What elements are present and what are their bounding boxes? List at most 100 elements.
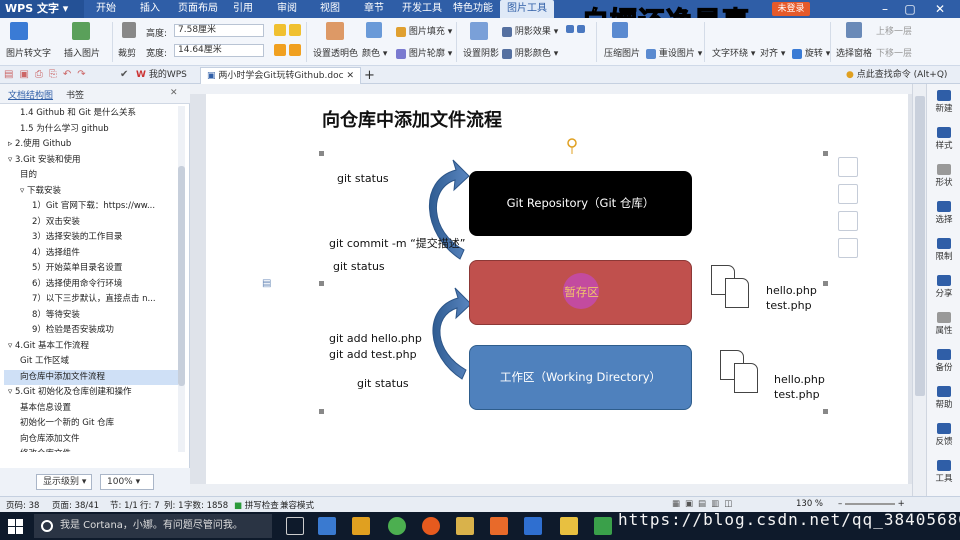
rotate-button[interactable]: 旋转 ▾ <box>792 46 830 59</box>
pic-to-text-button[interactable]: 图片转文字 <box>6 46 51 59</box>
set-shadow-button[interactable]: 设置阴影 <box>463 46 499 59</box>
nav-item[interactable]: 向仓库添加文件 <box>4 432 178 448</box>
tab-developer[interactable]: 开发工具 <box>402 0 442 18</box>
folder-icon[interactable] <box>456 517 474 535</box>
nav-item[interactable]: 2）双击安装 <box>4 215 178 231</box>
tab-view[interactable]: 视图 <box>320 0 340 18</box>
nav-item[interactable]: ▿ 下载安装 <box>4 184 178 200</box>
taskbar-app-icon[interactable] <box>318 517 336 535</box>
right-panel-8[interactable]: 帮助 <box>927 386 960 410</box>
nav-scrollbar[interactable] <box>178 106 185 452</box>
tab-features[interactable]: 特色功能 <box>453 0 493 18</box>
insert-picture-button[interactable]: 插入图片 <box>64 46 100 59</box>
nav-item[interactable]: ▿ 5.Git 初始化及仓库创建和操作 <box>4 385 178 401</box>
tab-picture-tools[interactable]: 图片工具 <box>500 0 554 18</box>
paragraph-mark-icon[interactable]: ▤ <box>262 278 271 289</box>
tab-my-wps[interactable]: W 我的WPS <box>130 67 193 84</box>
nav-item[interactable]: 5）开始菜单目录名设置 <box>4 261 178 277</box>
zoom-slider[interactable]: – + <box>838 499 905 509</box>
tab-references[interactable]: 引用 <box>233 0 253 18</box>
shadow-color-button[interactable]: 阴影颜色 ▾ <box>502 46 558 59</box>
display-level-select[interactable]: 显示级别 ▾ <box>36 474 92 490</box>
nav-item[interactable]: 修改仓库文件 <box>4 447 178 452</box>
layout-options-icon[interactable] <box>838 157 858 177</box>
wps-writer-icon[interactable] <box>524 517 542 535</box>
close-nav-icon[interactable]: ✕ <box>170 88 178 98</box>
nav-item[interactable]: 7）以下三步默认，直接点击 n... <box>4 292 178 308</box>
taskbar-app-icon[interactable] <box>594 517 612 535</box>
maximize-icon[interactable]: ▢ <box>900 2 920 16</box>
nav-item[interactable]: ▿ 4.Git 基本工作流程 <box>4 339 178 355</box>
vertical-scrollbar[interactable] <box>912 84 926 496</box>
tab-home[interactable]: 开始 <box>96 0 116 18</box>
nav-item[interactable]: 1.4 Github 和 Git 是什么关系 <box>4 106 178 122</box>
nav-item[interactable]: 3）选择安装的工作目录 <box>4 230 178 246</box>
picture-fill-button[interactable]: 图片填充 ▾ <box>396 24 452 37</box>
nav-item[interactable]: 4）选择组件 <box>4 246 178 262</box>
transparent-button[interactable]: 设置透明色 <box>313 46 358 59</box>
right-panel-10[interactable]: 工具 <box>927 460 960 484</box>
compress-button[interactable]: 压缩图片 <box>604 46 640 59</box>
task-view-icon[interactable] <box>286 517 304 535</box>
windows-start-icon[interactable] <box>8 519 23 534</box>
right-panel-7[interactable]: 备份 <box>927 349 960 373</box>
minimize-icon[interactable]: – <box>875 2 895 16</box>
firefox-icon[interactable] <box>422 517 440 535</box>
right-panel-4[interactable]: 限制 <box>927 238 960 262</box>
right-panel-6[interactable]: 属性 <box>927 312 960 336</box>
tab-review[interactable]: 审阅 <box>277 0 297 18</box>
picture-outline-button[interactable]: 图片轮廓 ▾ <box>396 46 452 59</box>
close-icon[interactable]: ✕ <box>930 2 950 16</box>
crop-picture-icon[interactable] <box>838 211 858 231</box>
new-tab-icon[interactable]: + <box>358 67 381 84</box>
document-page[interactable]: 向仓库中添加文件流程 git status git commit -m “提交描… <box>206 94 908 484</box>
right-panel-3[interactable]: 选择 <box>927 201 960 225</box>
zoom-picture-icon[interactable] <box>838 184 858 204</box>
login-button[interactable]: 未登录 <box>772 2 810 16</box>
nav-item[interactable]: 向仓库中添加文件流程 <box>4 369 178 385</box>
width-input[interactable]: 14.64厘米 <box>174 44 264 57</box>
taskbar-app-icon[interactable] <box>352 517 370 535</box>
dropdown-icon[interactable]: ✔ <box>120 69 128 80</box>
bring-forward-button[interactable]: 上移一层 <box>876 24 912 37</box>
right-panel-1[interactable]: 样式 <box>927 127 960 151</box>
send-backward-button[interactable]: 下移一层 <box>876 46 912 59</box>
nudge-icons[interactable] <box>566 24 586 35</box>
chrome-icon[interactable] <box>388 517 406 535</box>
nav-item[interactable]: 初始化一个新的 Git 仓库 <box>4 416 178 432</box>
right-panel-9[interactable]: 反馈 <box>927 423 960 447</box>
quick-icons[interactable]: ▤▣⎙⎘↶↷ <box>4 69 92 80</box>
nav-item[interactable]: ▹ 2.使用 Github <box>4 137 178 153</box>
taskbar-app-icon[interactable] <box>490 517 508 535</box>
tab-bookmark[interactable]: 书签 <box>66 88 84 101</box>
nav-item[interactable]: Git 工作区域 <box>4 354 178 370</box>
height-input[interactable]: 7.58厘米 <box>174 24 264 37</box>
align-button[interactable]: 对齐 ▾ <box>760 46 785 59</box>
shadow-effect-button[interactable]: 阴影效果 ▾ <box>502 24 558 37</box>
nav-item[interactable]: 8）等待安装 <box>4 308 178 324</box>
tab-toc[interactable]: 文档结构图 <box>8 88 53 101</box>
right-panel-0[interactable]: 新建 <box>927 90 960 114</box>
view-mode-icons[interactable]: ▦▣▤▥◫ <box>672 499 737 509</box>
tab-chapter[interactable]: 章节 <box>364 0 384 18</box>
nav-item[interactable]: 目的 <box>4 168 178 184</box>
taskbar-app-icon[interactable] <box>560 517 578 535</box>
color-button[interactable]: 颜色 ▾ <box>362 46 387 59</box>
crop-button[interactable]: 裁剪 <box>118 46 136 59</box>
tab-page-layout[interactable]: 页面布局 <box>178 0 218 18</box>
nav-item[interactable]: 1）Git 官网下载：https://ww... <box>4 199 178 215</box>
nav-scroll-thumb[interactable] <box>178 166 185 386</box>
contrast-icon[interactable] <box>274 44 302 56</box>
right-panel-2[interactable]: 形状 <box>927 164 960 188</box>
find-command-input[interactable]: ● 点此查找命令 (Alt+Q) <box>840 67 953 84</box>
cortana-search[interactable]: 我是 Cortana，小娜。有问题尽管问我。 <box>34 514 272 538</box>
nav-item[interactable]: 1.5 为什么学习 github <box>4 122 178 138</box>
picture-preview-icon[interactable] <box>838 238 858 258</box>
nav-item[interactable]: ▿ 3.Git 安装和使用 <box>4 153 178 169</box>
nav-item[interactable]: 9）检验是否安装成功 <box>4 323 178 339</box>
tab-document[interactable]: ▣ 两小时学会Git玩转Github.doc ✕ <box>200 67 361 84</box>
spell-check-button[interactable]: ■ 拼写检查 <box>234 499 279 511</box>
nav-item[interactable]: 6）选择使用命令行环境 <box>4 277 178 293</box>
select-pane-button[interactable]: 选择窗格 <box>836 46 872 59</box>
right-panel-5[interactable]: 分享 <box>927 275 960 299</box>
